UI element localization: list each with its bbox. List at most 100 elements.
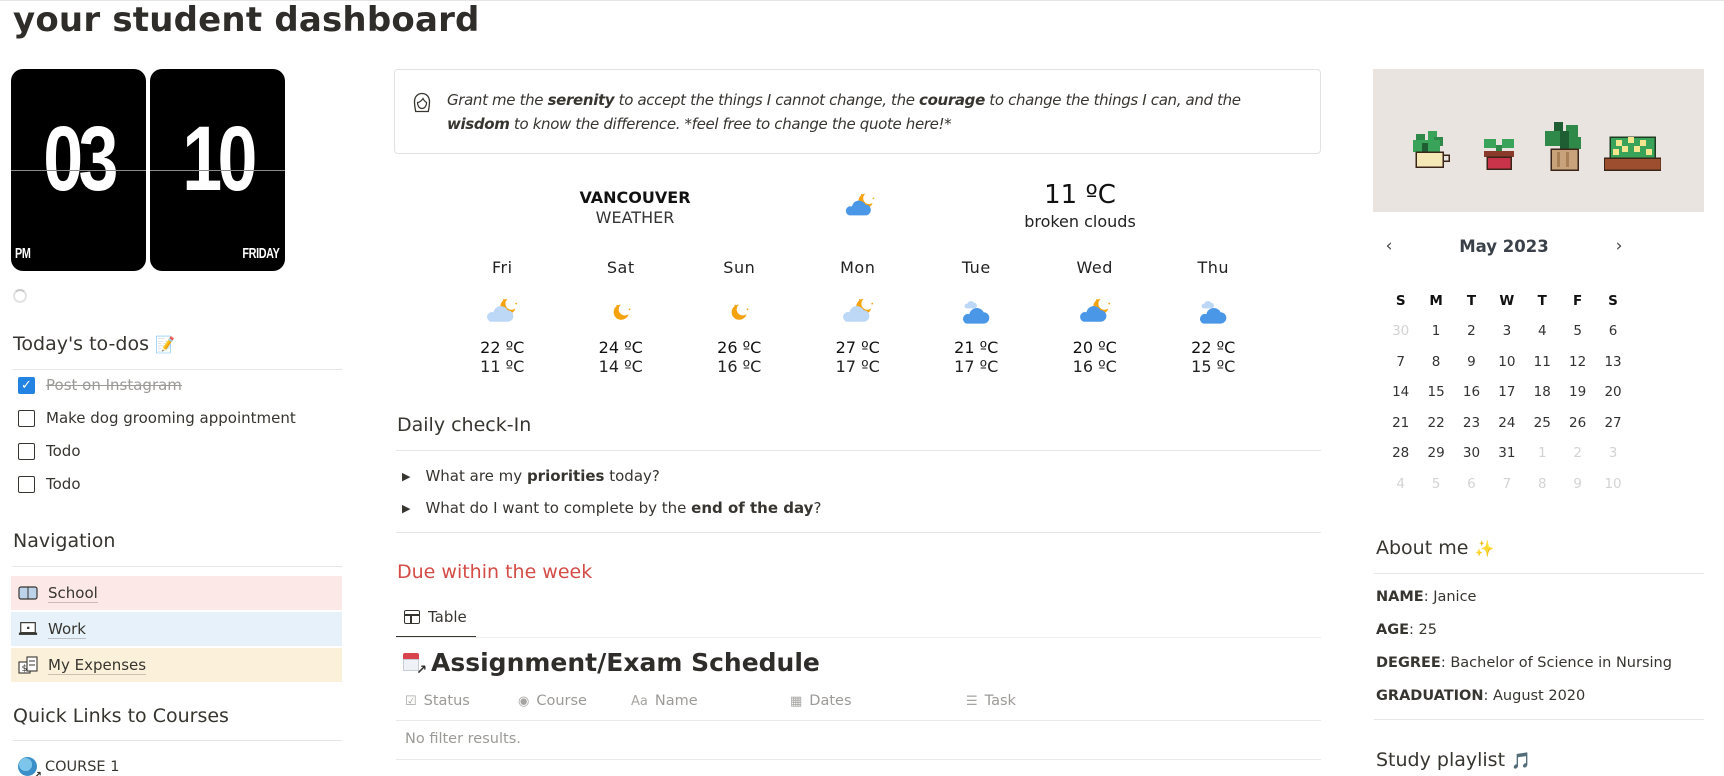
calendar-day[interactable]: 12 — [1560, 349, 1595, 380]
current-description: broken clouds — [1024, 212, 1136, 231]
calendar-day[interactable]: 10 — [1489, 349, 1524, 380]
divider — [1374, 573, 1704, 574]
empty-state: No filter results. — [405, 731, 521, 747]
calendar-day[interactable]: 9 — [1454, 349, 1489, 380]
calendar-day-other-month[interactable]: 7 — [1489, 471, 1524, 502]
calendar-day[interactable]: 14 — [1383, 379, 1418, 410]
toggle-block[interactable]: ▶ What are my priorities today? — [402, 467, 660, 485]
todo-checkbox[interactable] — [18, 442, 35, 460]
calendar-day[interactable]: 19 — [1560, 379, 1595, 410]
calendar-day[interactable]: 25 — [1525, 410, 1560, 441]
calendar-day[interactable]: 24 — [1489, 410, 1524, 441]
todo-checkbox[interactable]: ✓ — [18, 376, 35, 394]
about-key: NAME — [1376, 589, 1424, 605]
calendar-day[interactable]: 4 — [1525, 318, 1560, 349]
calendar-day-other-month[interactable]: 9 — [1560, 471, 1595, 502]
calendar-day-other-month[interactable]: 30 — [1383, 318, 1418, 349]
calendar-day[interactable]: 5 — [1560, 318, 1595, 349]
calendar-day-other-month[interactable]: 6 — [1454, 471, 1489, 502]
calendar-day[interactable]: 21 — [1383, 410, 1418, 441]
todo-checkbox[interactable] — [18, 409, 35, 427]
forecast-low: 15 ºC — [1191, 357, 1236, 376]
calendar-day-other-month[interactable]: 2 — [1560, 440, 1595, 471]
calendar-day[interactable]: 28 — [1383, 440, 1418, 471]
calendar-day[interactable]: 17 — [1489, 379, 1524, 410]
divider — [13, 566, 342, 567]
calendar-day[interactable]: 20 — [1595, 379, 1630, 410]
clouds-icon — [917, 286, 1036, 336]
calendar-day[interactable]: 29 — [1418, 440, 1453, 471]
todo-item: Make dog grooming appointment — [18, 409, 296, 427]
column-task-icon: ☰ — [966, 693, 978, 709]
forecast-day-name: Mon — [840, 258, 876, 277]
calendar-day[interactable]: 22 — [1418, 410, 1453, 441]
calendar-day[interactable]: 30 — [1454, 440, 1489, 471]
column-header-course[interactable]: ◉ Course — [518, 693, 587, 709]
navigation-heading: Navigation — [13, 530, 116, 552]
forecast-high: 27 ºC — [835, 338, 880, 357]
todo-item: ✓ Post on Instagram — [18, 376, 182, 394]
weekday-header: T — [1466, 293, 1477, 309]
nav-item-label: School — [48, 583, 98, 603]
calendar-day[interactable]: 2 — [1454, 318, 1489, 349]
calendar-next-button[interactable]: › — [1609, 236, 1629, 256]
toggle-text-bold: priorities — [526, 467, 605, 485]
calendar-day[interactable]: 27 — [1595, 410, 1630, 441]
column-header-task[interactable]: ☰ Task — [966, 693, 1016, 709]
calendar-day-other-month[interactable]: 1 — [1525, 440, 1560, 471]
calendar-day[interactable]: 23 — [1454, 410, 1489, 441]
forecast-day-name: Tue — [961, 258, 991, 277]
current-weather-icon — [842, 192, 878, 224]
calendar-day-other-month[interactable]: 4 — [1383, 471, 1418, 502]
calendar-prev-button[interactable]: ‹ — [1379, 236, 1399, 256]
about-graduation: GRADUATION: August 2020 — [1376, 688, 1585, 704]
calendar-day[interactable]: 18 — [1525, 379, 1560, 410]
calendar-day[interactable]: 7 — [1383, 349, 1418, 380]
nav-item-label: Work — [48, 619, 86, 639]
todo-label: Post on Instagram — [46, 376, 182, 394]
current-temperature: 11 ºC — [1044, 180, 1116, 210]
column-header-dates[interactable]: ▦ Dates — [790, 693, 852, 709]
flip-clock-widget: 03 PM 10 FRIDAY — [11, 69, 285, 271]
toggle-triangle-icon[interactable]: ▶ — [402, 502, 410, 515]
clouds-icon — [1154, 286, 1273, 336]
calendar-navigation: ‹ May 2023 › — [1379, 236, 1629, 256]
calendar-day[interactable]: 1 — [1418, 318, 1453, 349]
woman-face-icon — [413, 92, 431, 113]
database-title[interactable]: ↗ Assignment/Exam Schedule — [403, 648, 820, 678]
calendar-day[interactable]: 13 — [1595, 349, 1630, 380]
forecast-low: 17 ºC — [954, 357, 999, 376]
tab-table-view[interactable]: Table — [396, 598, 476, 638]
about-value: Janice — [1433, 589, 1477, 605]
calendar-day[interactable]: 6 — [1595, 318, 1630, 349]
calendar-day[interactable]: 26 — [1560, 410, 1595, 441]
column-header-status[interactable]: ☑ Status — [405, 693, 470, 709]
calendar-day-other-month[interactable]: 3 — [1595, 440, 1630, 471]
nav-item-school[interactable]: School — [11, 576, 342, 610]
calendar-day[interactable]: 31 — [1489, 440, 1524, 471]
calendar-day[interactable]: 11 — [1525, 349, 1560, 380]
calendar-day[interactable]: 3 — [1489, 318, 1524, 349]
nav-item-my-expenses[interactable]: $ My Expenses — [11, 648, 342, 682]
todos-heading: Today's to-dos 📝 — [13, 333, 175, 355]
cloud-moon-light-icon — [443, 286, 562, 336]
course-link-1[interactable]: COURSE 1 — [18, 757, 119, 776]
calendar-day[interactable]: 15 — [1418, 379, 1453, 410]
todo-item: Todo — [18, 442, 81, 460]
toggle-triangle-icon[interactable]: ▶ — [402, 470, 410, 483]
music-note-icon: 🎵 — [1511, 751, 1531, 770]
column-header-name[interactable]: Aa Name — [631, 693, 698, 709]
calendar-day-other-month[interactable]: 8 — [1525, 471, 1560, 502]
column-name-icon: Aa — [631, 693, 648, 709]
nav-item-work[interactable]: Work — [11, 612, 342, 646]
calendar-day-other-month[interactable]: 5 — [1418, 471, 1453, 502]
todo-checkbox[interactable] — [18, 475, 35, 493]
column-label: Status — [423, 693, 470, 709]
calendar-day[interactable]: 8 — [1418, 349, 1453, 380]
toggle-block[interactable]: ▶ What do I want to complete by the end o… — [402, 499, 821, 517]
calendar-day-other-month[interactable]: 10 — [1595, 471, 1630, 502]
calendar-day[interactable]: 16 — [1454, 379, 1489, 410]
clock-meridiem: PM — [15, 245, 31, 262]
divider — [396, 450, 1321, 451]
table-header: ☑ Status ◉ Course Aa Name ▦ Dates ☰ Task — [396, 689, 1321, 721]
